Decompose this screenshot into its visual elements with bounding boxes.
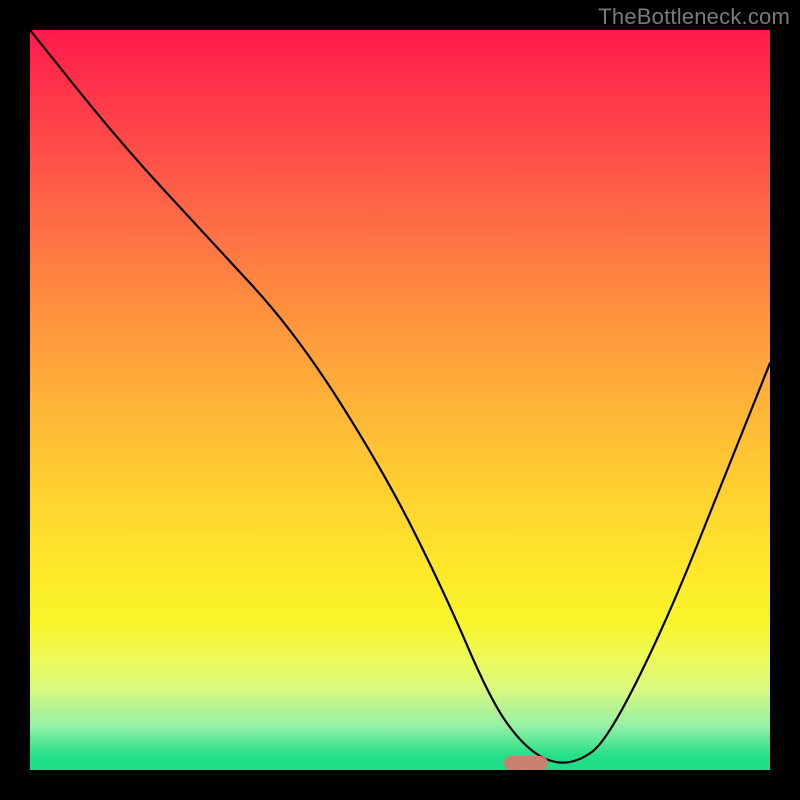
attribution-text: TheBottleneck.com — [598, 4, 790, 30]
chart-frame: TheBottleneck.com — [0, 0, 800, 800]
bottleneck-curve — [30, 30, 770, 763]
optimal-marker — [504, 756, 548, 770]
plot-area — [30, 30, 770, 770]
curve-svg — [30, 30, 770, 770]
